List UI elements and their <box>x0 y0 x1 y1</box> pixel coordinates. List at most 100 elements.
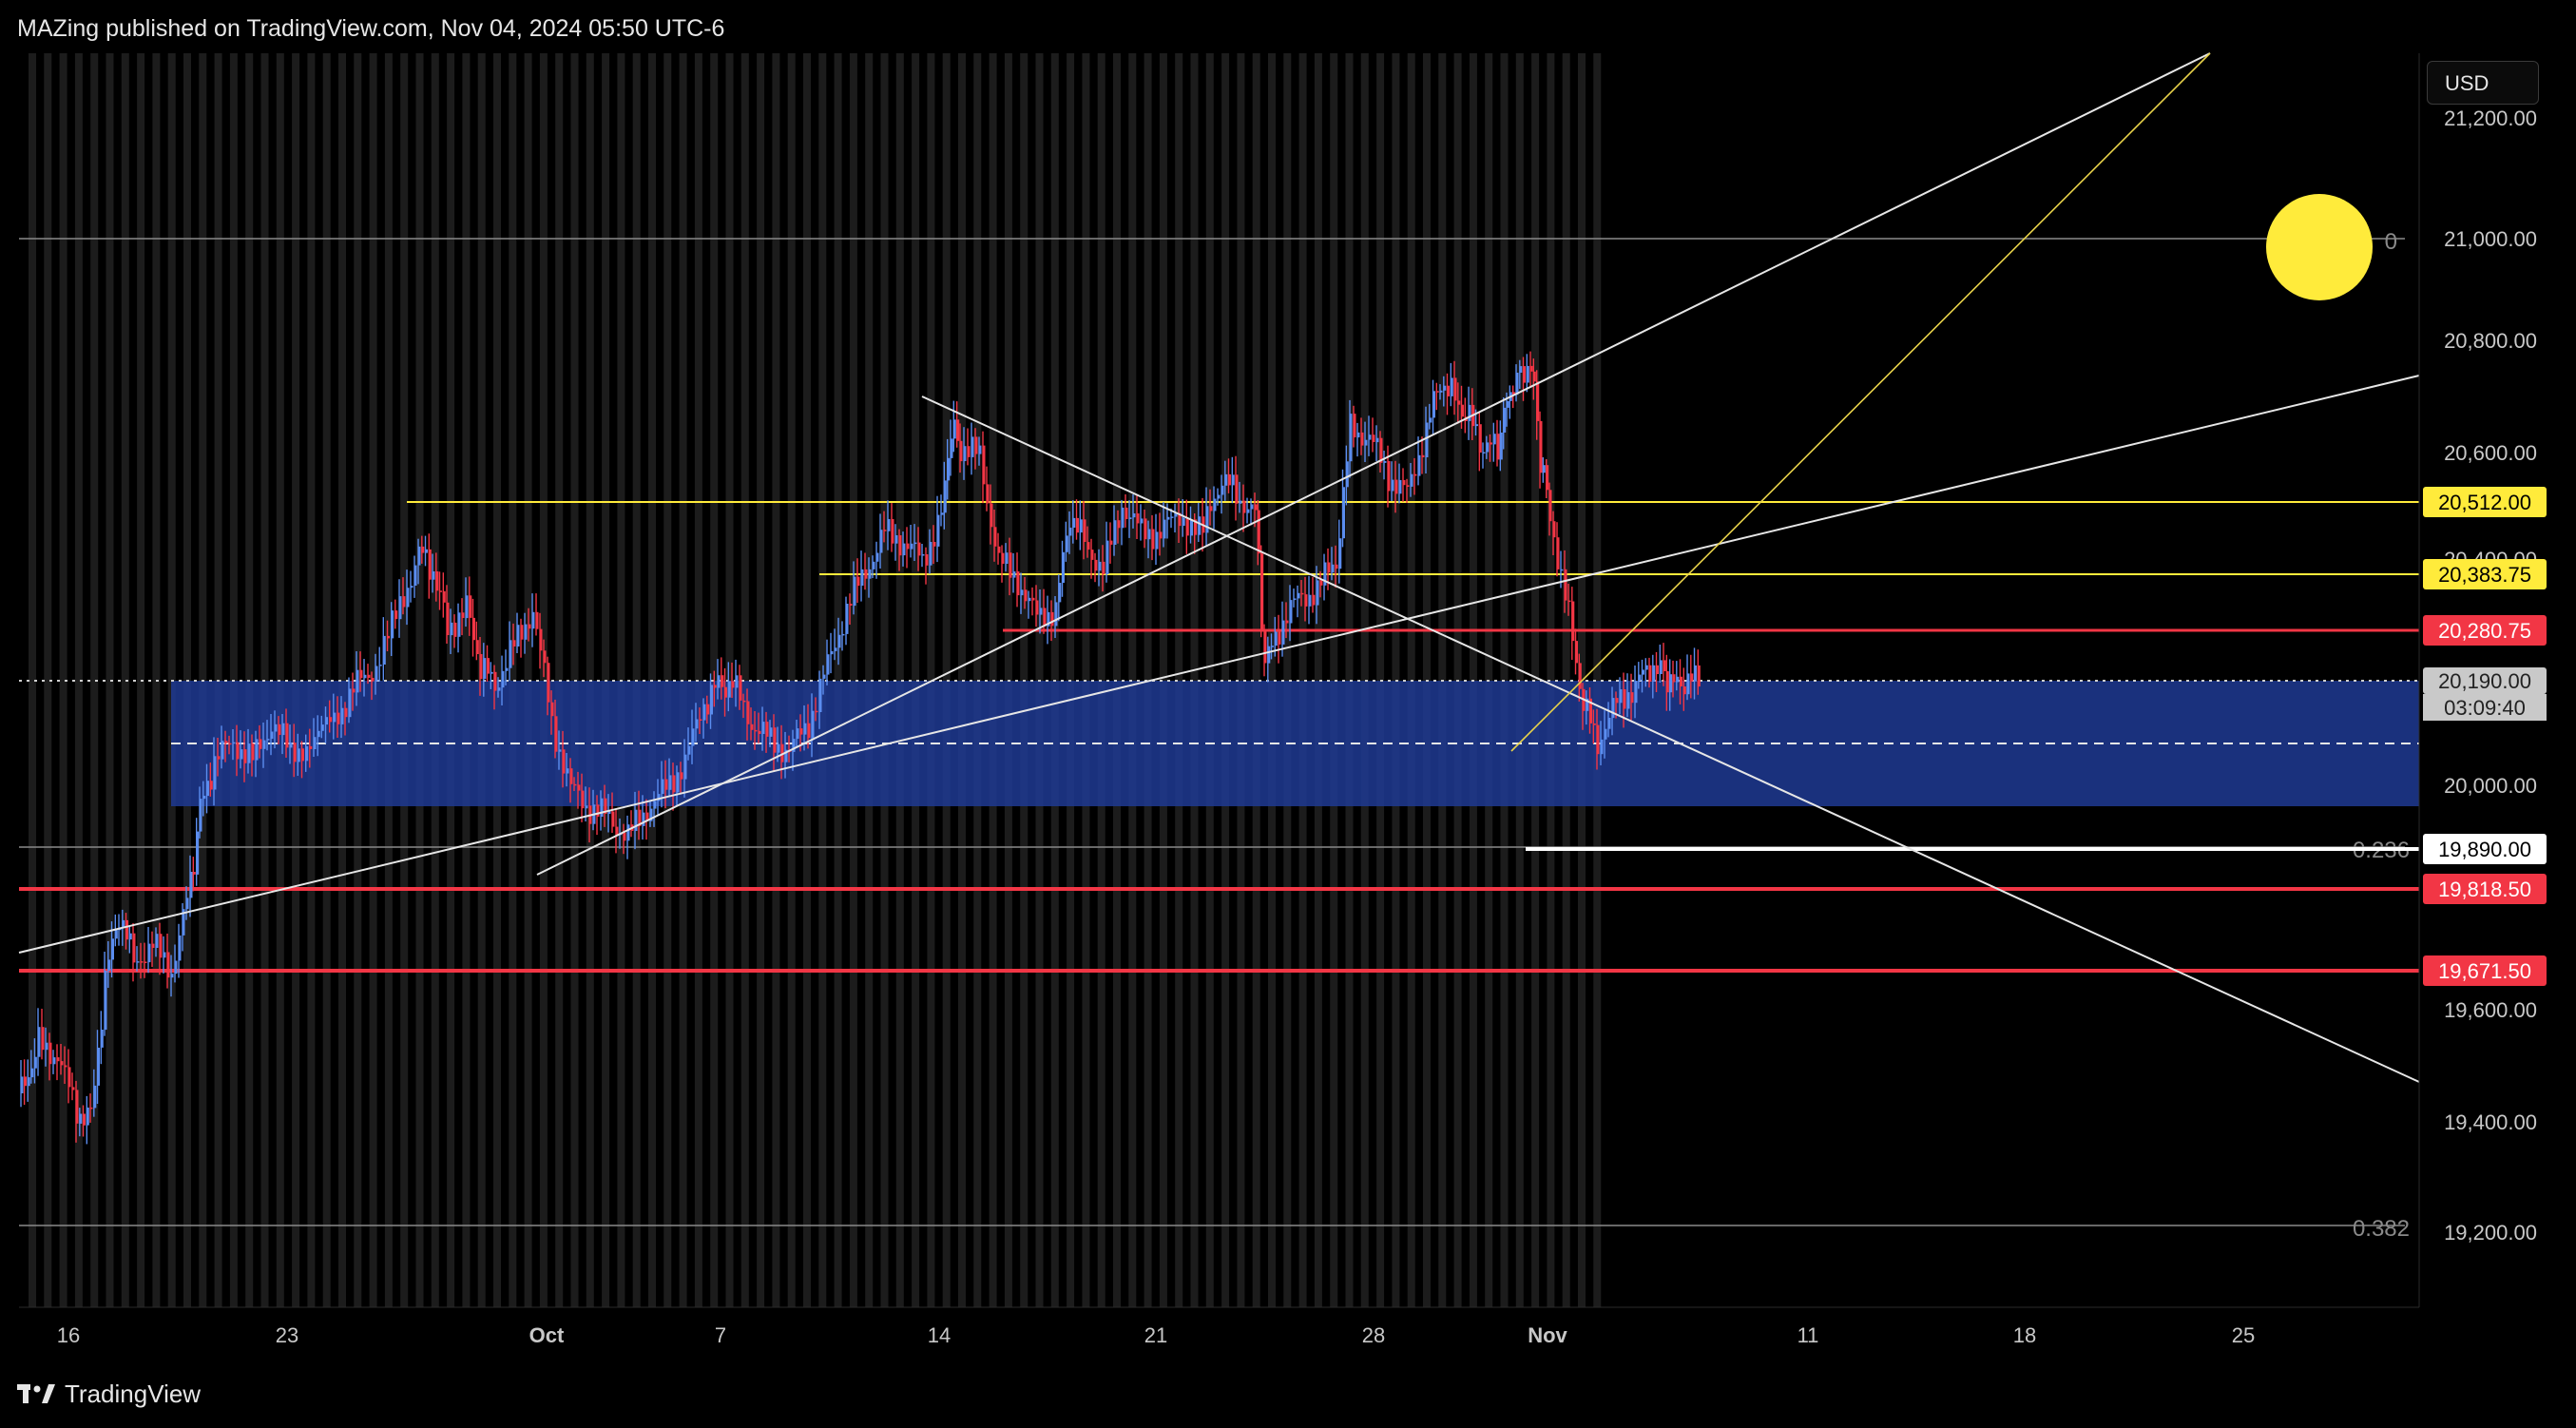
price-label: 20,280.75 <box>2438 619 2531 643</box>
candle-body <box>754 729 758 732</box>
candle-body <box>1387 460 1391 492</box>
candle-body <box>1490 442 1492 445</box>
candle-body <box>348 688 352 718</box>
candle-body <box>86 1107 89 1126</box>
candle-body <box>1523 366 1526 383</box>
candle-body <box>333 712 336 723</box>
candle-body <box>1102 561 1105 574</box>
candle-body <box>1039 608 1043 615</box>
candle-body <box>653 801 657 809</box>
candle-body <box>501 670 505 688</box>
candle-body <box>281 723 285 736</box>
candle-body <box>1297 592 1300 599</box>
candle-body <box>1140 518 1144 524</box>
candle-body <box>986 484 990 504</box>
currency-button[interactable]: USD <box>2427 61 2539 105</box>
candle-body <box>128 933 132 940</box>
candle-body <box>528 624 531 629</box>
price-tick: 20,000.00 <box>2444 774 2537 798</box>
candle-body <box>1519 366 1523 373</box>
candle-body <box>297 748 300 762</box>
candle-body <box>642 812 645 826</box>
candle-body <box>1012 571 1016 578</box>
candle-body <box>24 1076 28 1087</box>
candle-body <box>815 710 818 713</box>
candle-body <box>997 546 1001 553</box>
candle-body <box>104 971 107 1031</box>
candle-body <box>490 671 493 674</box>
candle-body <box>378 665 382 666</box>
candle-body <box>535 611 539 629</box>
candle-body <box>950 438 953 458</box>
candle-body <box>475 640 479 654</box>
candle-body <box>1564 569 1567 601</box>
candle-body <box>60 1061 64 1066</box>
candle-body <box>872 561 875 569</box>
yellow-circle-marker <box>2266 194 2373 300</box>
candle-body <box>387 635 390 639</box>
candle-body <box>932 542 936 547</box>
candle-body <box>421 546 425 553</box>
candle-body <box>1450 377 1453 396</box>
candle-body <box>853 576 856 607</box>
candle-body <box>1217 494 1221 499</box>
candle-body <box>520 625 524 640</box>
price-chart[interactable]: 00.2360.382 21,200.0021,000.0020,800.002… <box>0 0 2576 1428</box>
drawing-marker <box>2266 194 2373 300</box>
candle-body <box>680 772 683 780</box>
candle-body <box>170 974 174 978</box>
candle-body <box>573 783 577 786</box>
candle-body <box>1398 480 1402 494</box>
candle-body <box>41 1027 45 1051</box>
candle-body <box>147 943 151 963</box>
candle-body <box>512 640 516 646</box>
candle-body <box>432 571 435 580</box>
candle-body <box>1623 689 1626 709</box>
candle-body <box>1267 646 1271 664</box>
candle-body <box>185 897 189 910</box>
candle-body <box>270 731 274 740</box>
candle-body <box>37 1027 41 1057</box>
price-label: 19,671.50 <box>2438 959 2531 983</box>
candle-body <box>1638 674 1642 682</box>
candle-body <box>1335 564 1338 569</box>
candle-body <box>894 535 898 544</box>
candle-body <box>837 634 841 648</box>
candle-body <box>289 743 293 748</box>
candle-body <box>990 503 993 528</box>
candle-body <box>1345 461 1349 488</box>
candle-body <box>1117 520 1121 529</box>
candle-body <box>1391 479 1394 492</box>
candle-body <box>391 610 394 639</box>
candle-body <box>93 1085 97 1109</box>
price-axis: 21,200.0021,000.0020,800.0020,600.0020,4… <box>2418 53 2576 1307</box>
candle-body <box>442 590 446 603</box>
candle-body <box>940 512 944 515</box>
candle-body <box>1050 611 1054 627</box>
candle-body <box>163 952 166 958</box>
candle-body <box>727 681 731 698</box>
candle-body <box>1147 529 1151 540</box>
candle-body <box>1592 724 1596 725</box>
candle-body <box>1331 564 1335 573</box>
candle-body <box>1567 600 1571 603</box>
candle-body <box>483 658 487 679</box>
candle-body <box>963 446 967 461</box>
candle-body <box>1136 513 1140 524</box>
candle-body <box>818 678 822 712</box>
candle-body <box>1364 439 1368 446</box>
candle-body <box>1375 437 1379 443</box>
candle-body <box>83 1113 86 1126</box>
candle-body <box>672 775 676 793</box>
fib-label: 0 <box>2385 229 2397 255</box>
candle-body <box>1496 434 1500 460</box>
candle-body <box>1656 665 1659 674</box>
candle-body <box>929 542 932 566</box>
support-zone <box>19 680 2419 806</box>
candle-body <box>79 1113 83 1124</box>
candle-body <box>1619 689 1623 704</box>
candle-body <box>1058 583 1062 603</box>
candle-body <box>107 959 111 971</box>
time-tick: 18 <box>2013 1323 2036 1347</box>
candle-body <box>615 826 619 836</box>
